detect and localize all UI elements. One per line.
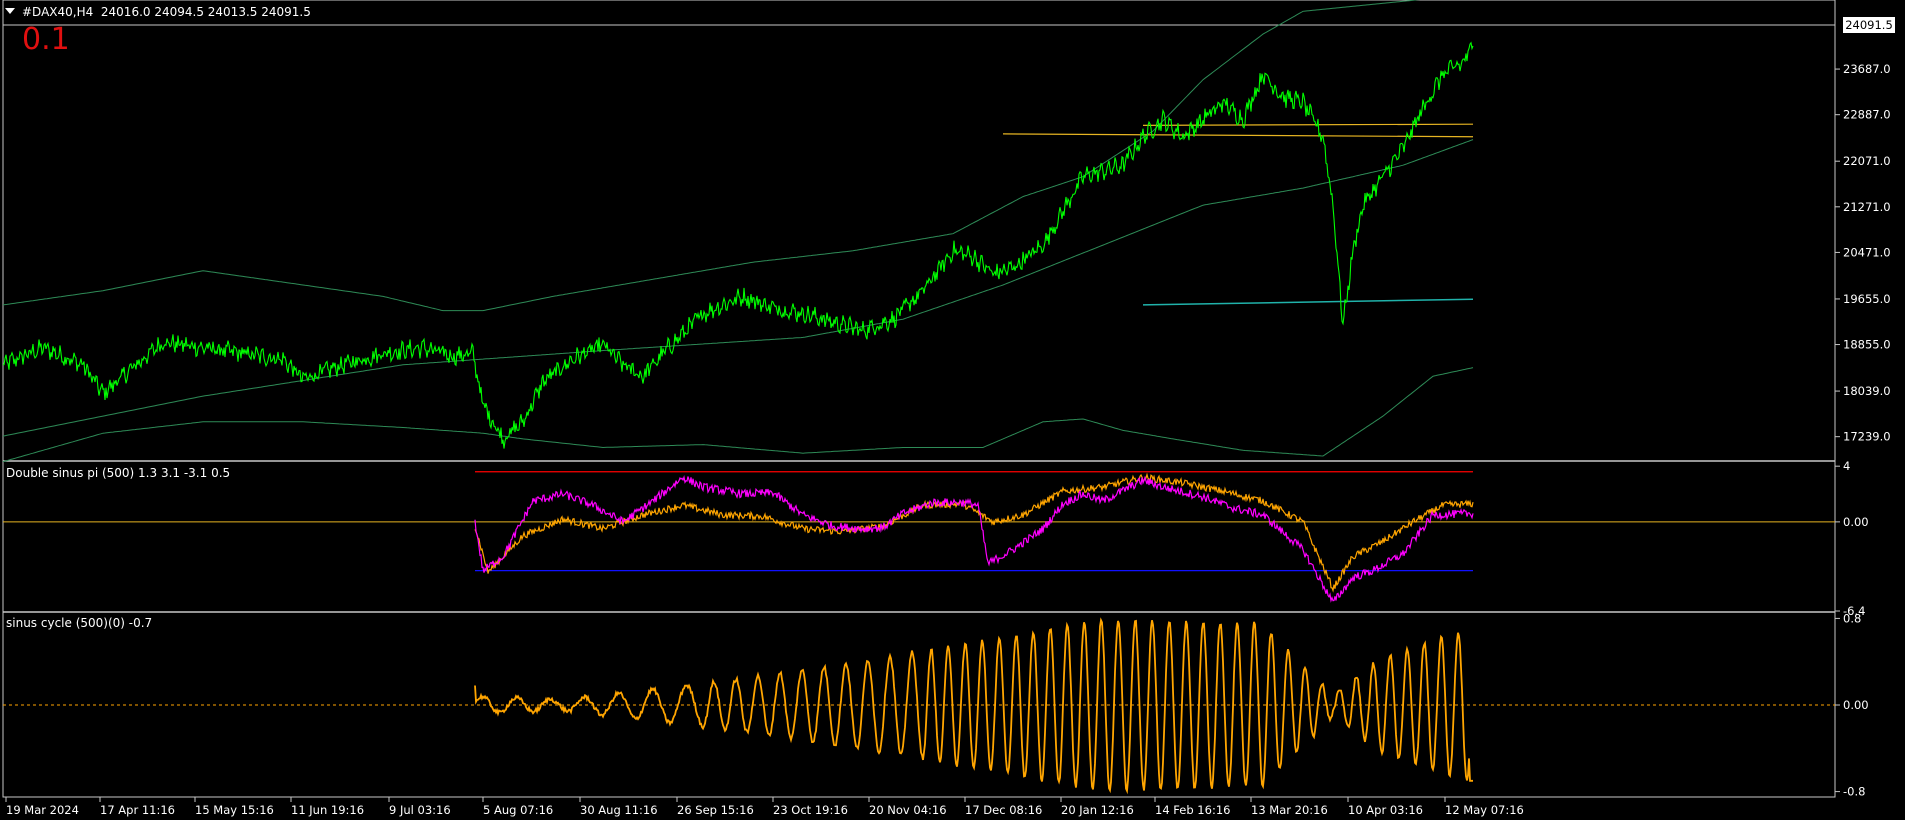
lower-envelope-line (2, 367, 1474, 463)
time-tick-label: 20 Nov 04:16 (869, 803, 947, 817)
ds-tick-label: 0.00 (1843, 515, 1869, 529)
plot-frame (2, 0, 1836, 798)
ds-orange-line (474, 472, 1474, 593)
price-tick-label: 17239.0 (1843, 430, 1891, 444)
time-tick-label: 12 May 07:16 (1445, 803, 1524, 817)
price-tick-label: 18855.0 (1843, 338, 1891, 352)
price-tick-label: 21271.0 (1843, 200, 1891, 214)
current-price-label: 24091.5 (1843, 17, 1895, 33)
big-value-readout: 0.1 (22, 22, 70, 57)
price-series-line (2, 41, 1474, 449)
time-tick-label: 9 Jul 03:16 (389, 803, 451, 817)
time-tick-label: 13 Mar 20:16 (1251, 803, 1328, 817)
ds-tick-label: 4 (1843, 459, 1850, 473)
panel2-title: Double sinus pi (500) 1.3 3.1 -3.1 0.5 (6, 466, 231, 480)
ds-magenta-line (474, 474, 1474, 603)
panel3-title: sinus cycle (500)(0) -0.7 (6, 616, 153, 630)
time-tick-label: 30 Aug 11:16 (580, 803, 658, 817)
collapse-triangle-icon[interactable] (5, 8, 15, 14)
chart-canvas: 23687.0 22887.0 22071.0 21271.0 20471.0 19655… (2, 0, 1891, 817)
time-tick-label: 17 Apr 11:16 (100, 803, 175, 817)
price-tick-label: 20471.0 (1843, 245, 1891, 259)
time-tick-label: 11 Jun 19:16 (291, 803, 364, 817)
price-tick-label: 19655.0 (1843, 292, 1891, 306)
sinus-tick-label: 0.8 (1843, 611, 1861, 625)
time-tick-label: 14 Feb 16:16 (1155, 803, 1230, 817)
upper-envelope-line (2, 0, 1421, 312)
price-tick-label: 22887.0 (1843, 108, 1891, 122)
time-tick-label: 26 Sep 15:16 (677, 803, 754, 817)
sinus-tick-label: -0.8 (1843, 785, 1865, 799)
time-tick-label: 20 Jan 12:16 (1061, 803, 1134, 817)
time-tick-label: 5 Aug 07:16 (483, 803, 553, 817)
time-tick-label: 17 Dec 08:16 (965, 803, 1042, 817)
price-tick-label: 23687.0 (1843, 62, 1891, 76)
yellow-level-line-left (1002, 133, 1474, 138)
sinus-tick-label: 0.00 (1843, 698, 1869, 712)
time-tick-label: 19 Mar 2024 (6, 803, 79, 817)
middle-moving-average-line (2, 139, 1474, 437)
time-tick-label: 15 May 15:16 (195, 803, 274, 817)
price-tick-label: 22071.0 (1843, 154, 1891, 168)
price-tick-label: 18039.0 (1843, 384, 1891, 398)
cyan-level-line (1142, 298, 1474, 306)
time-tick-label: 23 Oct 19:16 (773, 803, 848, 817)
time-tick-label: 10 Apr 03:16 (1348, 803, 1423, 817)
main-panel-title: #DAX40,H4 24016.0 24094.5 24013.5 24091.… (22, 5, 311, 19)
